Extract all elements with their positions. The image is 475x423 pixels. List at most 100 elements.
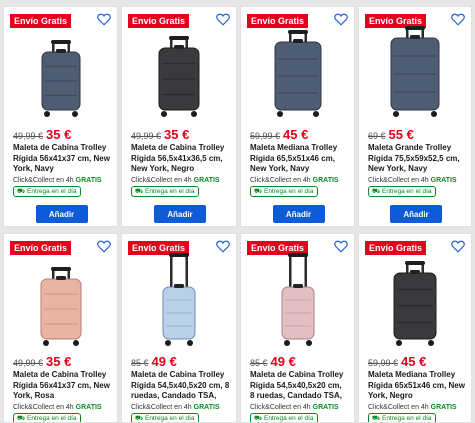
- old-price: 69 €: [368, 131, 386, 141]
- product-image[interactable]: [359, 22, 471, 118]
- old-price: 49,99 €: [131, 131, 162, 141]
- click-collect: Click&Collect en 4h GRATIS: [13, 177, 102, 184]
- click-collect-label: Click&Collect en 4h: [368, 404, 429, 411]
- product-card[interactable]: Envío Gratis 85 €49 € Maleta de Cabina T…: [240, 233, 355, 423]
- product-card[interactable]: Envío Gratis 49,99 €35 € Maleta de Cabin…: [121, 6, 237, 227]
- same-day-delivery: ⛟ Entrega en el día: [250, 413, 318, 422]
- product-image[interactable]: [359, 251, 471, 347]
- old-price: 85 €: [131, 358, 149, 368]
- product-image[interactable]: [122, 251, 236, 347]
- old-price: 49,99 €: [13, 358, 44, 368]
- click-collect-label: Click&Collect en 4h: [13, 177, 74, 184]
- suitcase-image: [41, 40, 80, 117]
- click-collect-label: Click&Collect en 4h: [368, 177, 429, 184]
- product-card[interactable]: Envío Gratis 59,99 €45 € Maleta Mediana …: [240, 6, 355, 227]
- same-day-delivery: ⛟ Entrega en el día: [250, 186, 318, 197]
- price: 85 €49 €: [250, 353, 296, 369]
- old-price: 59,99 €: [368, 358, 399, 368]
- old-price: 59,99 €: [250, 131, 281, 141]
- click-collect: Click&Collect en 4h GRATIS: [250, 177, 339, 184]
- delivery-label: Entrega en el día: [26, 415, 77, 422]
- click-collect: Click&Collect en 4h GRATIS: [13, 404, 102, 411]
- click-collect-label: Click&Collect en 4h: [13, 404, 74, 411]
- product-card[interactable]: Envío Gratis 49,99 €35 € Maleta de Cabin…: [3, 233, 118, 423]
- click-collect: Click&Collect en 4h GRATIS: [368, 404, 457, 411]
- price: 59,99 €45 €: [368, 353, 427, 369]
- product-grid: Envío Gratis 49,99 €35 € Maleta de Cabin…: [0, 0, 475, 423]
- product-card[interactable]: Envío Gratis 49,99 €35 € Maleta de Cabin…: [3, 6, 118, 227]
- price: 49,99 €35 €: [131, 126, 190, 142]
- delivery-label: Entrega en el día: [26, 188, 77, 195]
- click-collect: Click&Collect en 4h GRATIS: [250, 404, 339, 411]
- product-title[interactable]: Maleta Mediana Trolley Rígida 65x51x46 c…: [368, 370, 465, 402]
- current-price: 35 €: [46, 127, 72, 142]
- delivery-label: Entrega en el día: [263, 415, 314, 422]
- price: 59,99 €45 €: [250, 126, 309, 142]
- suitcase-image: [40, 267, 81, 346]
- product-image[interactable]: [241, 22, 354, 118]
- delivery-label: Entrega en el día: [144, 188, 195, 195]
- free-label: GRATIS: [430, 404, 457, 411]
- product-title[interactable]: Maleta Mediana Trolley Rígida 65,5x51x46…: [250, 143, 348, 175]
- suitcase-image: [158, 36, 200, 117]
- current-price: 49 €: [151, 354, 177, 369]
- suitcase-image: [390, 26, 440, 117]
- same-day-delivery: ⛟ Entrega en el día: [13, 413, 81, 422]
- price: 49,99 €35 €: [13, 353, 72, 369]
- old-price: 49,99 €: [13, 131, 44, 141]
- add-to-cart-button[interactable]: Añadir: [272, 205, 325, 223]
- product-image[interactable]: [122, 22, 236, 118]
- same-day-delivery: ⛟ Entrega en el día: [131, 413, 199, 422]
- delivery-label: Entrega en el día: [263, 188, 314, 195]
- price: 85 €49 €: [131, 353, 177, 369]
- suitcase-image: [393, 261, 437, 346]
- click-collect: Click&Collect en 4h GRATIS: [131, 177, 220, 184]
- suitcase-image: [162, 253, 196, 346]
- click-collect-label: Click&Collect en 4h: [131, 404, 192, 411]
- free-label: GRATIS: [75, 177, 102, 184]
- current-price: 35 €: [46, 354, 72, 369]
- same-day-delivery: ⛟ Entrega en el día: [131, 186, 199, 197]
- same-day-delivery: ⛟ Entrega en el día: [368, 186, 436, 197]
- product-card[interactable]: Envío Gratis 69 €55 € Maleta Grande Trol…: [358, 6, 472, 227]
- current-price: 45 €: [401, 354, 427, 369]
- product-title[interactable]: Maleta de Cabina Trolley Rígida 56x41x37…: [13, 370, 111, 402]
- product-card[interactable]: Envío Gratis 59,99 €45 € Maleta Mediana …: [358, 233, 472, 423]
- current-price: 55 €: [388, 127, 414, 142]
- click-collect-label: Click&Collect en 4h: [250, 177, 311, 184]
- product-title[interactable]: Maleta Grande Trolley Rígida 75,5x59x52,…: [368, 143, 465, 175]
- click-collect-label: Click&Collect en 4h: [250, 404, 311, 411]
- product-title[interactable]: Maleta de Cabina Trolley Rígida 56x41x37…: [13, 143, 111, 175]
- current-price: 35 €: [164, 127, 190, 142]
- delivery-label: Entrega en el día: [381, 188, 432, 195]
- product-image[interactable]: [4, 22, 117, 118]
- current-price: 49 €: [270, 354, 296, 369]
- product-title[interactable]: Maleta de Cabina Trolley Rígida 54,5x40,…: [131, 370, 230, 402]
- suitcase-image: [274, 30, 321, 117]
- old-price: 85 €: [250, 358, 268, 368]
- product-title[interactable]: Maleta de Cabina Trolley Rígida 54,5x40,…: [250, 370, 348, 402]
- price: 69 €55 €: [368, 126, 414, 142]
- product-card[interactable]: Envío Gratis 85 €49 € Maleta de Cabina T…: [121, 233, 237, 423]
- free-label: GRATIS: [430, 177, 457, 184]
- add-to-cart-button[interactable]: Añadir: [35, 205, 88, 223]
- same-day-delivery: ⛟ Entrega en el día: [13, 186, 81, 197]
- free-label: GRATIS: [193, 177, 220, 184]
- free-label: GRATIS: [193, 404, 220, 411]
- free-label: GRATIS: [312, 177, 339, 184]
- product-image[interactable]: [4, 251, 117, 347]
- add-to-cart-button[interactable]: Añadir: [390, 205, 442, 223]
- suitcase-image: [281, 253, 314, 346]
- product-image[interactable]: [241, 251, 354, 347]
- free-label: GRATIS: [75, 404, 102, 411]
- add-to-cart-button[interactable]: Añadir: [154, 205, 206, 223]
- price: 49,99 €35 €: [13, 126, 72, 142]
- delivery-label: Entrega en el día: [144, 415, 195, 422]
- delivery-label: Entrega en el día: [381, 415, 432, 422]
- free-label: GRATIS: [312, 404, 339, 411]
- product-title[interactable]: Maleta de Cabina Trolley Rígida 56,5x41x…: [131, 143, 230, 175]
- current-price: 45 €: [283, 127, 309, 142]
- same-day-delivery: ⛟ Entrega en el día: [368, 413, 436, 422]
- click-collect: Click&Collect en 4h GRATIS: [368, 177, 457, 184]
- click-collect-label: Click&Collect en 4h: [131, 177, 192, 184]
